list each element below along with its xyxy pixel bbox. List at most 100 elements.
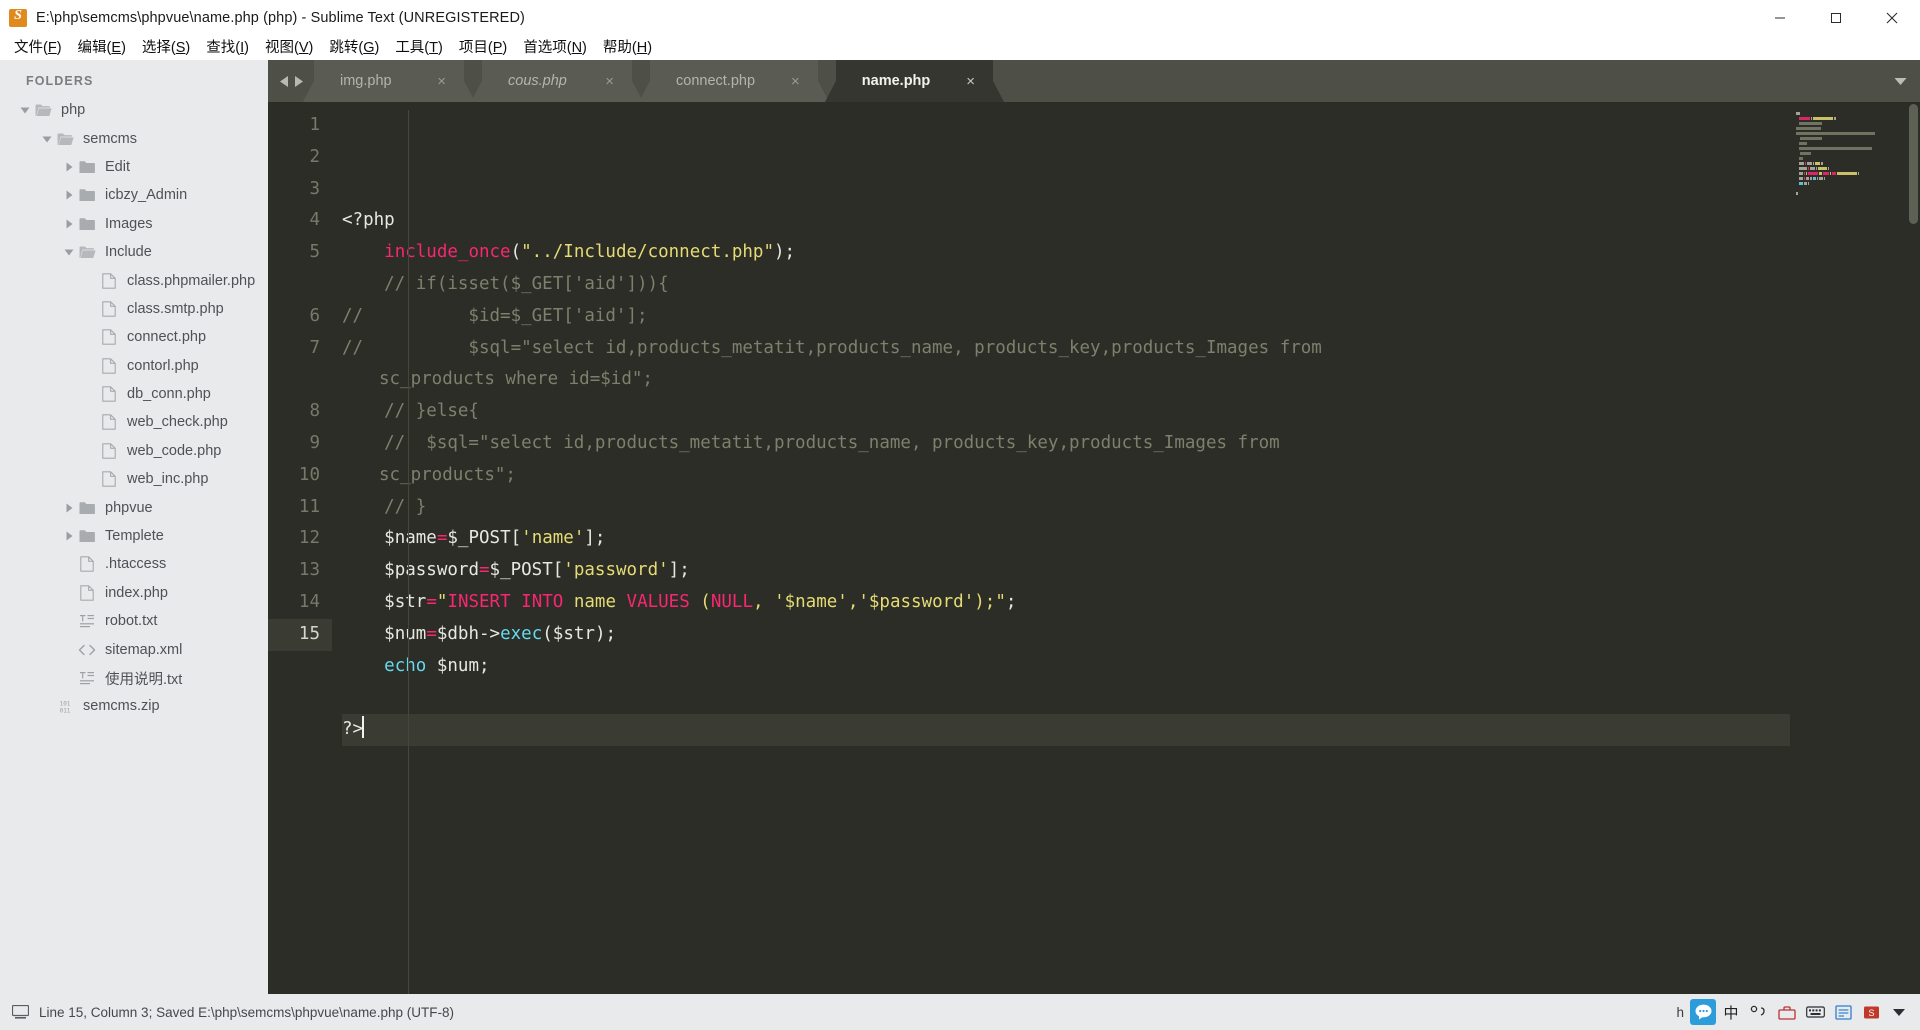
- code-line[interactable]: // $id=$_GET['aid'];: [342, 301, 1920, 333]
- ime-menu-icon[interactable]: [1886, 999, 1912, 1025]
- minimap[interactable]: [1790, 102, 1920, 994]
- tree-file-sitemap.xml[interactable]: sitemap.xml: [0, 635, 268, 663]
- ime-punctuation-icon[interactable]: [1746, 999, 1772, 1025]
- ime-notes-icon[interactable]: [1830, 999, 1856, 1025]
- ime-settings-icon[interactable]: S: [1858, 999, 1884, 1025]
- tree-file-.txt[interactable]: 使用说明.txt: [0, 664, 268, 692]
- chevron-down-icon[interactable]: [40, 134, 54, 144]
- chevron-right-icon[interactable]: [62, 162, 76, 172]
- code-line[interactable]: // if(isset($_GET['aid'])){: [342, 269, 1920, 301]
- menu-item-goto[interactable]: 跳转(G): [321, 36, 387, 60]
- ime-keyboard-icon[interactable]: [1802, 999, 1828, 1025]
- ime-chinese-mode[interactable]: 中: [1718, 999, 1744, 1025]
- close-icon[interactable]: ×: [569, 74, 614, 89]
- arrow-right-icon[interactable]: [293, 75, 304, 88]
- tree-file-class.smtp.php[interactable]: class.smtp.php: [0, 295, 268, 323]
- chevron-right-icon[interactable]: [62, 503, 76, 513]
- tree-folder-Templete[interactable]: Templete: [0, 522, 268, 550]
- code-line[interactable]: $password=$_POST['password'];: [342, 555, 1920, 587]
- tree-folder-Images[interactable]: Images: [0, 210, 268, 238]
- code-file-icon: [76, 644, 98, 656]
- tree-folder-php[interactable]: php: [0, 96, 268, 124]
- menu-item-file[interactable]: 文件(F): [6, 36, 70, 60]
- tab-connectphp[interactable]: connect.php ×: [639, 60, 829, 102]
- code-line[interactable]: $str="INSERT INTO name VALUES (NULL, '$n…: [342, 587, 1920, 619]
- tab-imgphp[interactable]: img.php ×: [303, 60, 475, 102]
- maximize-button[interactable]: [1808, 0, 1864, 36]
- code-line[interactable]: ?>: [342, 714, 1920, 746]
- menu-item-find[interactable]: 查找(I): [198, 36, 257, 60]
- tree-folder-Edit[interactable]: Edit: [0, 153, 268, 181]
- tree-file-web_code.php[interactable]: web_code.php: [0, 437, 268, 465]
- code-content[interactable]: <?php include_once("../Include/connect.p…: [332, 102, 1920, 994]
- code-line-wrapped[interactable]: sc_products where id=$id";: [342, 364, 1920, 396]
- close-icon[interactable]: ×: [401, 74, 446, 89]
- menu-item-help[interactable]: 帮助(H): [595, 36, 660, 60]
- code-token: // $sql="select id,products_metatit,prod…: [342, 432, 1280, 453]
- tree-file-web_check.php[interactable]: web_check.php: [0, 408, 268, 436]
- tree-file-semcms.zip[interactable]: 101 011 semcms.zip: [0, 692, 268, 720]
- code-line[interactable]: <?php: [342, 205, 1920, 237]
- tree-item-label: semcms.zip: [83, 698, 160, 715]
- binary-file-icon: 101 011: [54, 699, 76, 713]
- tree-file-.htaccess[interactable]: .htaccess: [0, 550, 268, 578]
- code-token: $str: [552, 623, 595, 644]
- chevron-down-icon[interactable]: [62, 247, 76, 257]
- code-token: // $sql="select id,products_metatit,prod…: [342, 337, 1322, 358]
- code-line[interactable]: // }else{: [342, 396, 1920, 428]
- code-editor[interactable]: 12345.67.89101112131415 <?php include_on…: [268, 102, 1920, 994]
- tree-file-contorl.php[interactable]: contorl.php: [0, 352, 268, 380]
- tree-file-web_inc.php[interactable]: web_inc.php: [0, 465, 268, 493]
- tree-file-index.php[interactable]: index.php: [0, 579, 268, 607]
- tree-folder-phpvue[interactable]: phpvue: [0, 493, 268, 521]
- close-icon[interactable]: ×: [930, 74, 975, 89]
- tree-file-robot.txt[interactable]: robot.txt: [0, 607, 268, 635]
- code-token: ;: [479, 655, 490, 676]
- minimap-line: [1796, 112, 1920, 115]
- tree-file-connect.php[interactable]: connect.php: [0, 323, 268, 351]
- chevron-down-icon[interactable]: [18, 105, 32, 115]
- code-line[interactable]: include_once("../Include/connect.php");: [342, 237, 1920, 269]
- menu-item-tools[interactable]: 工具(T): [387, 36, 451, 60]
- code-line[interactable]: // $sql="select id,products_metatit,prod…: [342, 428, 1920, 460]
- tab-namephp[interactable]: name.php ×: [824, 60, 1005, 102]
- menu-item-project[interactable]: 项目(P): [451, 36, 515, 60]
- ime-chat-icon[interactable]: [1690, 999, 1716, 1025]
- tree-file-db_conn.php[interactable]: db_conn.php: [0, 380, 268, 408]
- tab-label: connect.php: [676, 73, 756, 89]
- chevron-right-icon[interactable]: [62, 531, 76, 541]
- chevron-down-icon[interactable]: [1880, 60, 1920, 102]
- scrollbar-thumb[interactable]: [1909, 104, 1918, 224]
- tab-cousphp[interactable]: cous.php ×: [471, 60, 643, 102]
- code-token: ?>: [342, 719, 364, 740]
- code-line[interactable]: [342, 682, 1920, 714]
- code-line[interactable]: // $sql="select id,products_metatit,prod…: [342, 333, 1920, 365]
- ime-toolbox-icon[interactable]: [1774, 999, 1800, 1025]
- tree-file-class.phpmailer.php[interactable]: class.phpmailer.php: [0, 266, 268, 294]
- tree-folder-icbzy_Admin[interactable]: icbzy_Admin: [0, 181, 268, 209]
- code-line[interactable]: $name=$_POST['name'];: [342, 523, 1920, 555]
- code-token: (: [510, 242, 522, 263]
- close-icon[interactable]: ×: [755, 74, 800, 89]
- tree-folder-semcms[interactable]: semcms: [0, 124, 268, 152]
- vertical-scrollbar[interactable]: [1907, 102, 1920, 994]
- chevron-right-icon[interactable]: [62, 190, 76, 200]
- menu-item-edit[interactable]: 编辑(E): [70, 36, 134, 60]
- menu-item-selection[interactable]: 选择(S): [134, 36, 198, 60]
- code-line[interactable]: // }: [342, 492, 1920, 524]
- menu-item-preferences[interactable]: 首选项(N): [515, 36, 595, 60]
- tree-item-label: Images: [105, 215, 153, 232]
- code-line[interactable]: echo $num;: [342, 651, 1920, 683]
- tree-folder-Include[interactable]: Include: [0, 238, 268, 266]
- minimize-button[interactable]: [1752, 0, 1808, 36]
- code-line[interactable]: $num=$dbh->exec($str);: [342, 619, 1920, 651]
- menu-item-view[interactable]: 视图(V): [257, 36, 321, 60]
- code-line-wrapped[interactable]: sc_products";: [342, 460, 1920, 492]
- folder-icon: [76, 188, 98, 202]
- editor-column: img.php × cous.php × connect.php × name.php × 1…: [268, 60, 1920, 994]
- close-button[interactable]: [1864, 0, 1920, 36]
- arrow-left-icon[interactable]: [279, 75, 290, 88]
- chevron-right-icon[interactable]: [62, 219, 76, 229]
